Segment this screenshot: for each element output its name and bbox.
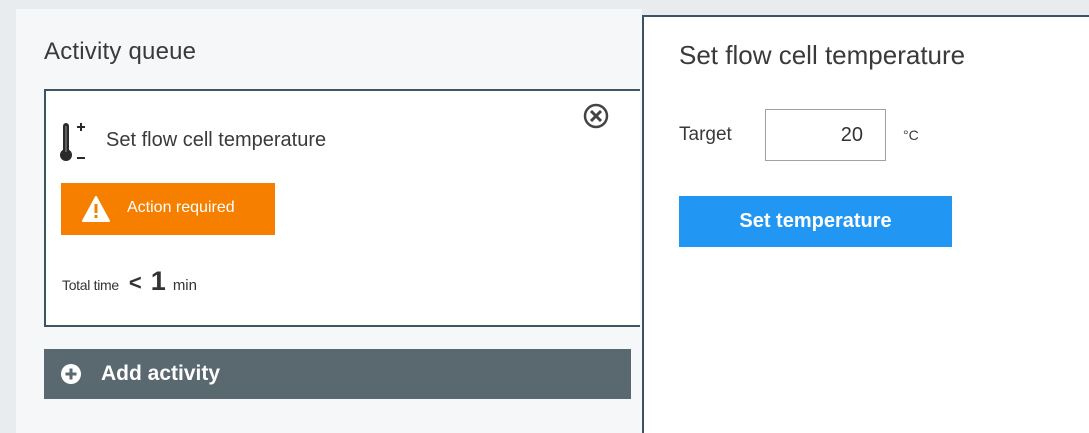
activity-card-title: Set flow cell temperature	[106, 129, 327, 151]
close-icon[interactable]	[581, 101, 611, 131]
total-time: Total time < 1 min	[62, 266, 197, 297]
total-time-value: 1	[150, 266, 166, 296]
total-time-unit: min	[172, 277, 197, 294]
add-activity-button[interactable]: Add activity	[44, 349, 631, 399]
app-frame-top	[16, 0, 1089, 9]
plus-circle-icon	[61, 364, 81, 384]
action-required-badge[interactable]: Action required	[61, 183, 275, 235]
action-required-label: Action required	[127, 199, 235, 216]
activity-queue-title: Activity queue	[44, 38, 197, 65]
set-temperature-button[interactable]: Set temperature	[679, 196, 952, 247]
total-time-comparator: <	[128, 270, 142, 295]
thermometer-icon	[60, 123, 85, 161]
add-activity-label: Add activity	[101, 362, 221, 385]
warning-icon	[82, 196, 110, 222]
total-time-label: Total time	[62, 277, 119, 293]
target-label: Target	[679, 124, 732, 145]
celsius-unit-label: °C	[903, 127, 919, 143]
target-temperature-input[interactable]	[765, 109, 886, 161]
temperature-panel-title: Set flow cell temperature	[679, 40, 966, 70]
app-frame-left	[0, 0, 16, 433]
